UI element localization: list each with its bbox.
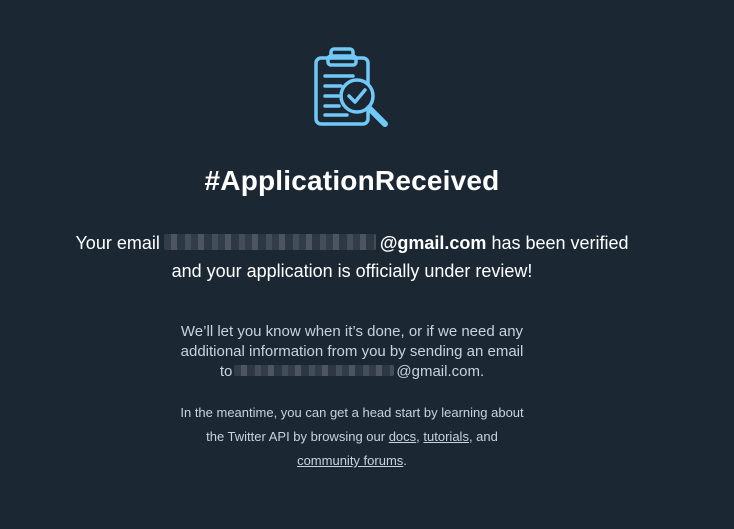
meantime-line-3: community forums. — [0, 449, 704, 473]
email-domain: @gmail.com — [379, 233, 487, 253]
verification-message: Your email @gmail.com has been verified a… — [0, 229, 704, 285]
notice-line-2: additional information from you by sendi… — [180, 343, 524, 360]
application-received-page: #ApplicationReceived Your email @gmail.co… — [0, 0, 734, 529]
verification-line-2: and your application is officially under… — [171, 261, 533, 281]
redacted-email-username — [163, 234, 376, 251]
period: . — [403, 453, 407, 468]
lead-prefix: Your email — [75, 233, 160, 253]
notice-to: to — [219, 363, 233, 380]
community-forums-link[interactable]: community forums — [297, 453, 403, 468]
notice-email-domain: @gmail.com. — [396, 363, 485, 380]
meantime-line-1: In the meantime, you can get a head star… — [180, 405, 524, 420]
page-title: #ApplicationReceived — [204, 165, 500, 196]
meantime-line-2: the Twitter API by browsing our docs, tu… — [0, 425, 704, 449]
and-separator: , and — [468, 429, 498, 444]
lead-suffix: has been verified — [491, 233, 629, 253]
verification-line-1: Your email @gmail.com has been verified — [0, 229, 704, 257]
meantime-paragraph: In the meantime, you can get a head star… — [0, 401, 704, 473]
clipboard-check-magnifier-icon — [311, 46, 395, 130]
tutorials-link[interactable]: tutorials — [423, 429, 469, 444]
docs-link[interactable]: docs — [389, 429, 416, 444]
meantime-line-2-prefix: the Twitter API by browsing our — [206, 429, 386, 444]
notice-line-3: to @gmail.com. — [0, 362, 704, 382]
notice-line-1: We’ll let you know when it’s done, or if… — [180, 323, 524, 340]
comma-separator: , — [416, 429, 420, 444]
notice-paragraph: We’ll let you know when it’s done, or if… — [0, 322, 704, 382]
redacted-email-username — [234, 365, 395, 377]
